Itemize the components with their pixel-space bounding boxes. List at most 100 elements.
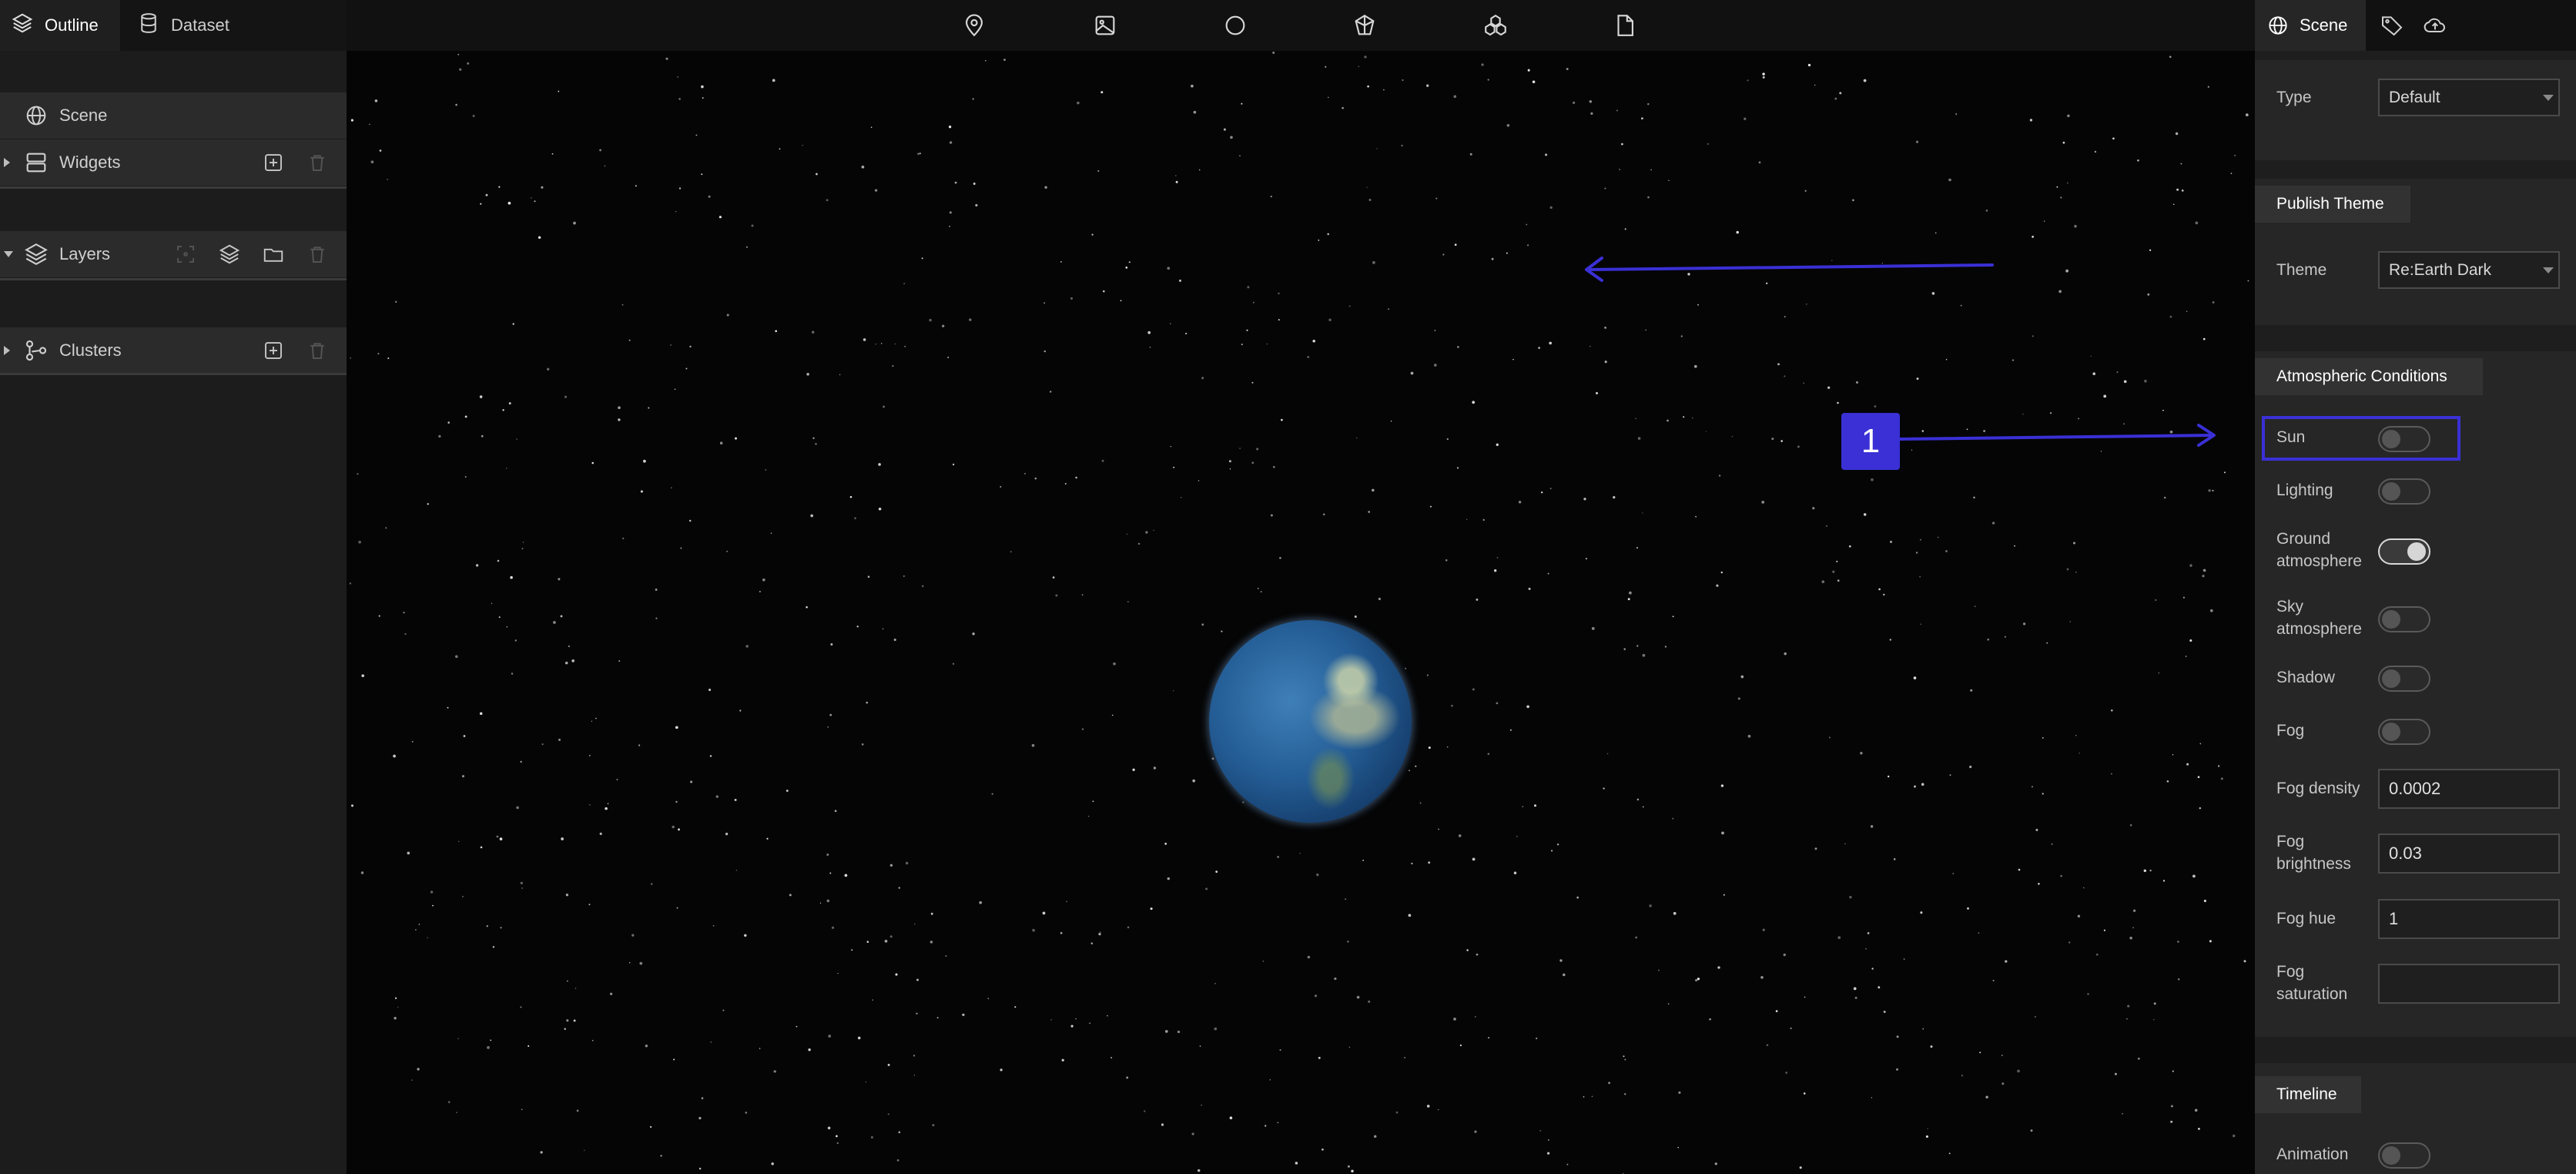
star: [2042, 737, 2044, 739]
fog-hue-input[interactable]: 1: [2378, 899, 2560, 939]
tab-publish[interactable]: [2417, 0, 2454, 51]
star: [1147, 330, 1151, 334]
fog-brightness-value: 0.03: [2389, 844, 2422, 863]
star: [1487, 79, 1489, 81]
star: [566, 1019, 569, 1022]
polygon-3d-tool[interactable]: [1349, 10, 1380, 41]
star: [991, 793, 993, 795]
expand-caret-icon[interactable]: [4, 158, 10, 167]
fog-label: Fog: [2276, 722, 2305, 740]
star: [2030, 1129, 2033, 1132]
star: [558, 90, 560, 92]
select-icon[interactable]: [174, 243, 197, 266]
model-tool[interactable]: [1480, 10, 1511, 41]
star: [1367, 85, 1369, 88]
star: [404, 632, 407, 636]
folder-icon[interactable]: [262, 243, 285, 266]
star: [1762, 75, 1765, 79]
star: [1955, 113, 1958, 116]
outline-item-widgets[interactable]: Widgets: [0, 139, 347, 186]
star: [2220, 777, 2223, 780]
star: [1075, 1018, 1077, 1020]
star: [565, 894, 569, 897]
star: [2056, 186, 2058, 188]
earth-globe[interactable]: [1209, 620, 1412, 823]
tab-outline[interactable]: Outline: [0, 0, 120, 51]
trash-icon[interactable]: [306, 339, 329, 362]
toggle-knob: [2382, 723, 2400, 741]
publish-icon: [2424, 18, 2445, 33]
star: [1691, 417, 1693, 419]
star: [1828, 736, 1831, 739]
star: [1547, 1139, 1549, 1141]
timeline-title: Timeline: [2276, 1085, 2337, 1103]
fog-density-input[interactable]: 0.0002: [2378, 769, 2560, 809]
star: [1668, 179, 1670, 181]
ground-atmosphere-toggle[interactable]: [2378, 538, 2430, 565]
animation-toggle[interactable]: [2378, 1142, 2430, 1169]
star: [831, 926, 835, 929]
star: [771, 1162, 774, 1166]
outline-item-clusters[interactable]: Clusters: [0, 327, 347, 374]
star: [1388, 308, 1389, 310]
trash-icon[interactable]: [306, 243, 329, 266]
theme-select[interactable]: Re:Earth Dark: [2378, 251, 2560, 289]
star: [1445, 559, 1448, 562]
star: [1911, 449, 1913, 451]
star: [1269, 1079, 1271, 1081]
star: [1164, 842, 1167, 845]
star: [2189, 639, 2192, 642]
fog-brightness-input[interactable]: 0.03: [2378, 834, 2560, 874]
star: [815, 442, 817, 445]
expand-caret-icon[interactable]: [4, 346, 10, 355]
starfield: [349, 51, 2249, 1174]
star: [854, 517, 856, 520]
fog-density-value: 0.0002: [2389, 779, 2441, 798]
collapse-caret-icon[interactable]: [4, 251, 13, 257]
fog-saturation-input[interactable]: [2378, 964, 2560, 1004]
add-layer-icon[interactable]: [218, 243, 241, 266]
star: [917, 153, 920, 156]
file-tool[interactable]: [1610, 10, 1640, 41]
fog-toggle[interactable]: [2378, 719, 2430, 745]
add-widget-icon[interactable]: [262, 151, 285, 174]
star: [1451, 704, 1453, 707]
star: [1316, 873, 1319, 877]
star: [1368, 199, 1372, 201]
map-viewport[interactable]: [347, 51, 2255, 1174]
star: [1061, 1058, 1064, 1062]
outline-item-layers[interactable]: Layers: [0, 231, 347, 277]
star: [1494, 569, 1497, 572]
star: [1916, 377, 1919, 381]
lighting-toggle[interactable]: [2378, 478, 2430, 505]
trash-icon[interactable]: [306, 151, 329, 174]
star: [2042, 793, 2044, 795]
tab-tags[interactable]: [2373, 0, 2410, 51]
outline-item-scene[interactable]: Scene: [0, 92, 347, 139]
tab-scene[interactable]: Scene: [2255, 0, 2366, 51]
star: [2176, 188, 2179, 191]
shadow-toggle[interactable]: [2378, 666, 2430, 692]
star: [2092, 372, 2095, 375]
map-pin-tool[interactable]: [959, 10, 990, 41]
star: [1193, 110, 1197, 114]
star: [1372, 261, 1375, 264]
star: [2075, 735, 2077, 736]
star: [1539, 1129, 1542, 1132]
star: [1314, 995, 1318, 998]
star: [1241, 102, 1243, 105]
star: [1874, 405, 1877, 408]
image-tool[interactable]: [1090, 10, 1121, 41]
star: [1173, 466, 1175, 468]
star: [1960, 304, 1962, 307]
star: [2153, 1002, 2156, 1005]
star: [464, 475, 467, 478]
star: [1153, 766, 1157, 770]
star: [1608, 1082, 1610, 1085]
type-select[interactable]: Default: [2378, 79, 2560, 116]
star: [1937, 536, 1939, 538]
tab-dataset[interactable]: Dataset: [126, 0, 250, 51]
circle-tool[interactable]: [1220, 10, 1251, 41]
sky-atmosphere-toggle[interactable]: [2378, 606, 2430, 632]
add-cluster-icon[interactable]: [262, 339, 285, 362]
